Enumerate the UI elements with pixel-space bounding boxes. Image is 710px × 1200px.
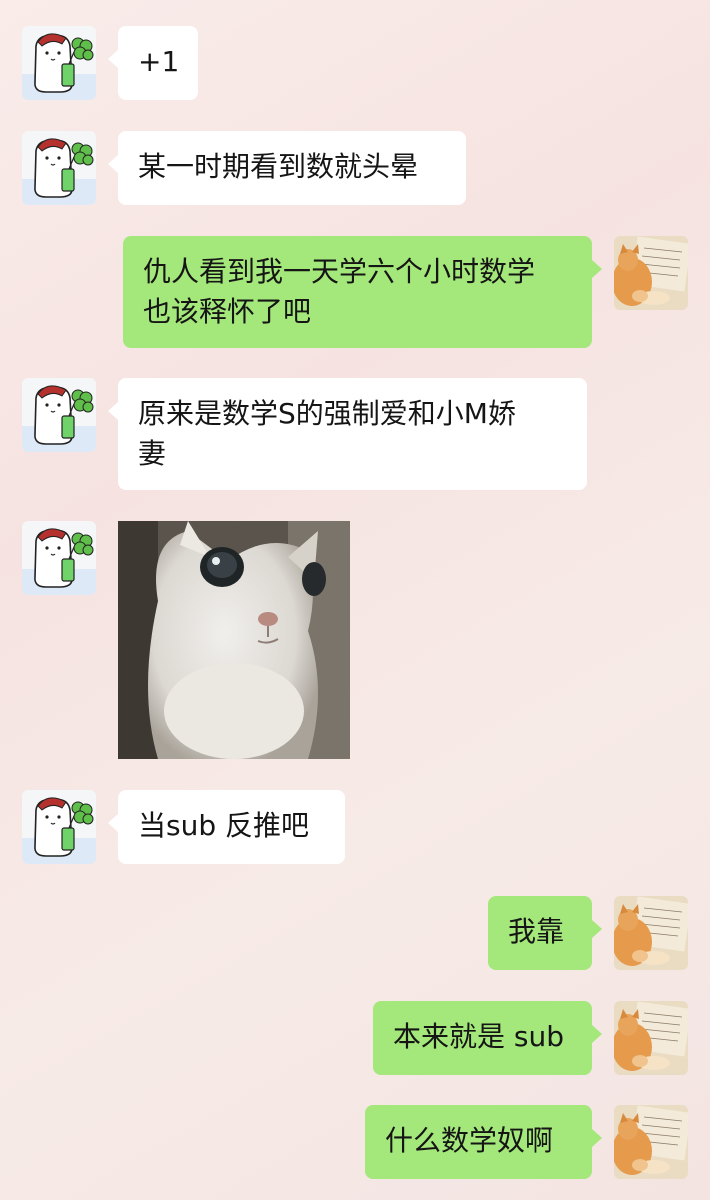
self-avatar-icon[interactable] bbox=[614, 1001, 688, 1075]
incoming-message-bubble[interactable]: 某一时期看到数就头晕 bbox=[108, 131, 466, 205]
chat-message-list[interactable]: +1 某一时期看到数就头晕 仇人看到我一天学六个小时数学 也该释怀了吧 原来是数… bbox=[0, 0, 710, 1200]
incoming-message-bubble[interactable]: +1 bbox=[108, 26, 198, 100]
contact-avatar-icon[interactable] bbox=[22, 378, 96, 452]
contact-avatar-icon[interactable] bbox=[22, 26, 96, 100]
self-avatar-icon[interactable] bbox=[614, 1105, 688, 1179]
incoming-message-bubble[interactable]: 当sub 反推吧 bbox=[108, 790, 345, 864]
self-avatar-icon[interactable] bbox=[614, 896, 688, 970]
outgoing-message-bubble[interactable]: 本来就是 sub bbox=[373, 1001, 602, 1075]
contact-avatar-icon[interactable] bbox=[22, 790, 96, 864]
contact-avatar-icon[interactable] bbox=[22, 131, 96, 205]
kitten-photo-message[interactable] bbox=[118, 521, 350, 759]
outgoing-message-bubble[interactable]: 仇人看到我一天学六个小时数学 也该释怀了吧 bbox=[123, 236, 602, 348]
outgoing-message-bubble[interactable]: 什么数学奴啊 bbox=[365, 1105, 602, 1179]
incoming-message-bubble[interactable]: 原来是数学S的强制爱和小M娇 妻 bbox=[108, 378, 587, 490]
self-avatar-icon[interactable] bbox=[614, 236, 688, 310]
contact-avatar-icon[interactable] bbox=[22, 521, 96, 595]
outgoing-message-bubble[interactable]: 我靠 bbox=[488, 896, 602, 970]
